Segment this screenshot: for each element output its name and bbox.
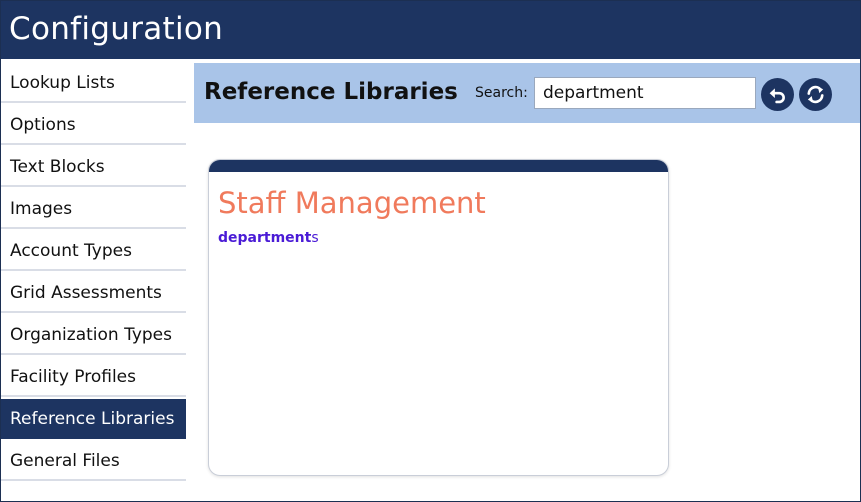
refresh-button[interactable]	[799, 78, 832, 111]
sidebar-item-general-files[interactable]: General Files	[1, 441, 186, 481]
title-bar: Configuration	[1, 1, 860, 59]
sidebar-item-text-blocks[interactable]: Text Blocks	[1, 147, 186, 187]
configuration-window: Configuration Lookup Lists Options Text …	[0, 0, 861, 502]
sidebar-item-options[interactable]: Options	[1, 105, 186, 145]
sidebar-item-reference-libraries[interactable]: Reference Libraries	[1, 399, 186, 439]
library-card: Staff Management departments	[208, 159, 669, 476]
sidebar-item-lookup-lists[interactable]: Lookup Lists	[1, 63, 186, 103]
card-header-strip	[209, 160, 668, 172]
refresh-icon	[807, 85, 824, 104]
card-result-link[interactable]: departments	[218, 230, 319, 246]
sidebar-nav: Lookup Lists Options Text Blocks Images …	[1, 63, 186, 483]
page-title: Reference Libraries	[204, 79, 458, 105]
sidebar-item-images[interactable]: Images	[1, 189, 186, 229]
undo-icon	[769, 88, 785, 104]
search-label: Search:	[475, 85, 528, 101]
sidebar-item-grid-assessments[interactable]: Grid Assessments	[1, 273, 186, 313]
sidebar-item-facility-profiles[interactable]: Facility Profiles	[1, 357, 186, 397]
link-remainder-text: s	[311, 230, 319, 246]
undo-button[interactable]	[761, 78, 794, 111]
sidebar-item-account-types[interactable]: Account Types	[1, 231, 186, 271]
search-match-text: department	[218, 230, 312, 246]
card-title[interactable]: Staff Management	[218, 186, 486, 220]
page-header: Reference Libraries Search:	[194, 63, 860, 123]
search-input[interactable]	[534, 77, 756, 109]
sidebar-item-organization-types[interactable]: Organization Types	[1, 315, 186, 355]
window-title: Configuration	[9, 11, 224, 47]
